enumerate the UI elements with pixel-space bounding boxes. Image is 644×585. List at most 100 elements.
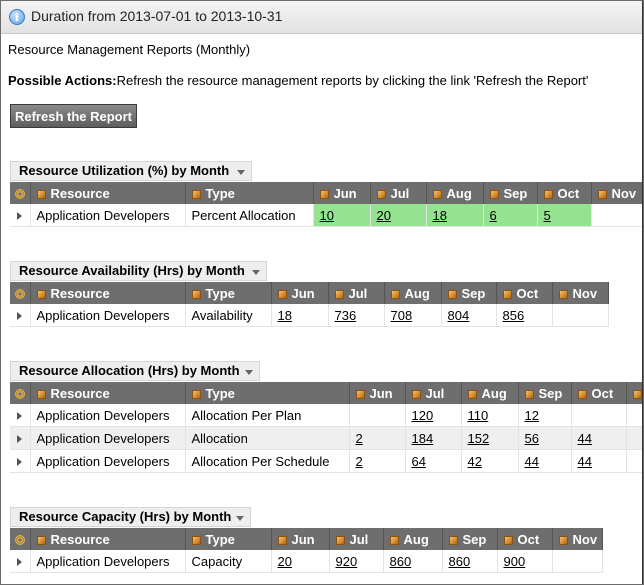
column-header-jul[interactable]: Jul [405,382,462,404]
expand-arrow-icon[interactable] [17,458,23,467]
value-cell[interactable]: 2 [349,426,406,450]
value-link[interactable]: 64 [412,454,426,469]
value-link[interactable]: 804 [448,308,470,323]
value-link[interactable]: 920 [336,554,358,569]
section-title[interactable]: Resource Availability (Hrs) by Month [10,261,267,281]
value-cell[interactable]: 64 [405,449,462,473]
expand-cell[interactable] [10,449,31,473]
value-cell[interactable]: 856 [496,304,553,327]
value-cell[interactable]: 2 [349,449,406,473]
value-cell[interactable]: 5 [537,204,592,227]
dropdown-caret-icon[interactable] [236,516,244,521]
value-link[interactable]: 708 [391,308,413,323]
settings-column[interactable] [10,382,31,404]
value-link[interactable]: 56 [525,431,539,446]
value-link[interactable]: 44 [578,454,592,469]
value-link[interactable]: 5 [544,208,551,223]
column-header-sep[interactable]: Sep [483,182,538,204]
value-cell[interactable]: 44 [571,449,627,473]
column-header-jul[interactable]: Jul [329,528,384,550]
value-link[interactable]: 120 [412,408,434,423]
value-cell[interactable]: 18 [426,204,484,227]
value-link[interactable]: 18 [278,308,292,323]
expand-arrow-icon[interactable] [17,558,23,567]
value-link[interactable]: 20 [377,208,391,223]
dropdown-caret-icon[interactable] [252,270,260,275]
column-header-sep[interactable]: Sep [442,528,498,550]
expand-cell[interactable] [10,550,31,573]
gear-icon[interactable] [14,389,25,400]
column-header-resource[interactable]: Resource [30,528,186,550]
column-header-oct[interactable]: Oct [571,382,627,404]
column-header-oct[interactable]: Oct [496,282,553,304]
column-header-aug[interactable]: Aug [383,528,443,550]
expand-cell[interactable] [10,426,31,450]
column-header-resource[interactable]: Resource [30,282,186,304]
gear-icon[interactable] [14,535,25,546]
value-cell[interactable]: 900 [497,550,553,573]
column-header-jun[interactable]: Jun [313,182,371,204]
value-cell[interactable]: 44 [571,426,627,450]
column-header-sep[interactable]: Sep [441,282,497,304]
value-link[interactable]: 860 [449,554,471,569]
value-link[interactable]: 42 [468,454,482,469]
column-header-jun[interactable]: Jun [271,528,330,550]
expand-arrow-icon[interactable] [17,435,23,444]
value-link[interactable]: 20 [278,554,292,569]
column-header-jun[interactable]: Jun [349,382,406,404]
column-header-nov[interactable]: Nov [591,182,643,204]
value-cell[interactable]: 10 [313,204,371,227]
value-cell[interactable]: 18 [271,304,329,327]
column-header-sep[interactable]: Sep [518,382,572,404]
value-cell[interactable]: 120 [405,404,462,427]
column-header-aug[interactable]: Aug [426,182,484,204]
value-link[interactable]: 2 [356,454,363,469]
column-header-nov[interactable]: Nov [552,282,609,304]
column-header-aug[interactable]: Aug [384,282,442,304]
value-cell[interactable]: 44 [518,449,572,473]
value-link[interactable]: 736 [335,308,357,323]
value-cell[interactable]: 860 [442,550,498,573]
value-link[interactable]: 856 [503,308,525,323]
value-link[interactable]: 184 [412,431,434,446]
value-cell[interactable]: 860 [383,550,443,573]
value-cell[interactable]: 56 [518,426,572,450]
section-title[interactable]: Resource Allocation (Hrs) by Month [10,361,260,381]
column-header-nov[interactable]: Nov [552,528,603,550]
settings-column[interactable] [10,182,31,204]
column-header-oct[interactable]: Oct [497,528,553,550]
value-cell[interactable]: 20 [370,204,427,227]
column-header-resource[interactable]: Resource [30,182,186,204]
value-link[interactable]: 10 [320,208,334,223]
expand-cell[interactable] [10,204,31,227]
expand-cell[interactable] [10,304,31,327]
value-link[interactable]: 12 [525,408,539,423]
column-header-type[interactable]: Type [185,528,272,550]
value-link[interactable]: 18 [433,208,447,223]
value-link[interactable]: 110 [468,408,489,423]
column-header-oct[interactable]: Oct [537,182,592,204]
column-header-type[interactable]: Type [185,182,314,204]
refresh-report-button[interactable]: Refresh the Report [10,104,137,128]
value-cell[interactable]: 184 [405,426,462,450]
expand-cell[interactable] [10,404,31,427]
value-cell[interactable]: 42 [461,449,519,473]
value-cell[interactable]: 110 [461,404,519,427]
column-header-aug[interactable]: Aug [461,382,519,404]
value-cell[interactable]: 920 [329,550,384,573]
column-header-jun[interactable]: Jun [271,282,329,304]
value-link[interactable]: 6 [490,208,497,223]
value-cell[interactable]: 708 [384,304,442,327]
column-header-jul[interactable]: Jul [328,282,385,304]
column-header-resource[interactable]: Resource [30,382,186,404]
value-link[interactable]: 2 [356,431,363,446]
column-header-jul[interactable]: Jul [370,182,427,204]
value-cell[interactable]: 20 [271,550,330,573]
value-link[interactable]: 152 [468,431,490,446]
gear-icon[interactable] [14,189,25,200]
value-link[interactable]: 44 [525,454,539,469]
settings-column[interactable] [10,528,31,550]
value-link[interactable]: 44 [578,431,592,446]
column-header-type[interactable]: Type [185,382,350,404]
settings-column[interactable] [10,282,31,304]
